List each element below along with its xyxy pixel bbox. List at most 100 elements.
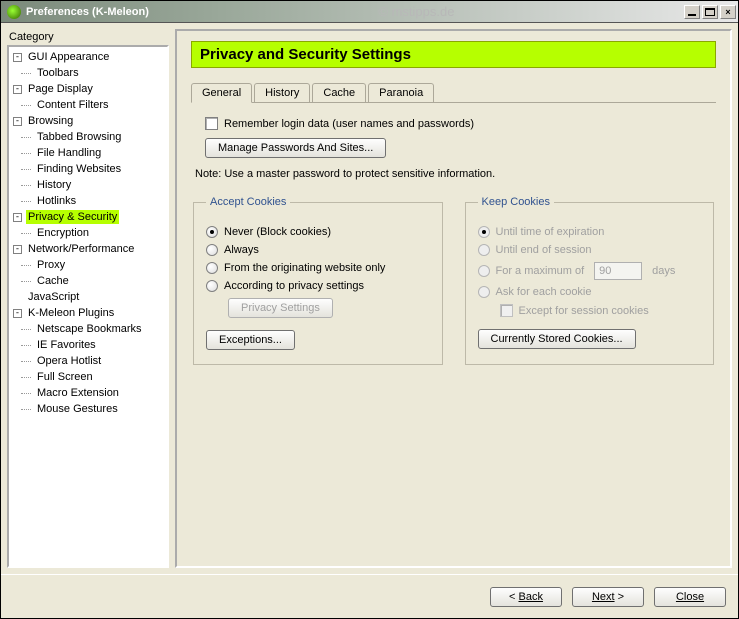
- except-session-label: Except for session cookies: [519, 305, 649, 317]
- remember-login-checkbox[interactable]: Remember login data (user names and pass…: [205, 117, 716, 130]
- tree-item[interactable]: -Browsing: [11, 113, 165, 129]
- tab-cache[interactable]: Cache: [312, 83, 366, 102]
- tree-item-label: IE Favorites: [35, 338, 98, 352]
- next-button[interactable]: Next >: [572, 587, 644, 607]
- footer: < Back Next > Close: [1, 574, 738, 618]
- keep-option-max-days: For a maximum of 90 days: [478, 262, 702, 280]
- close-button[interactable]: Close: [654, 587, 726, 607]
- window-controls: ×: [684, 5, 736, 19]
- tree-item-label: Hotlinks: [35, 194, 78, 208]
- accept-option[interactable]: According to privacy settings: [206, 280, 430, 292]
- tree-item[interactable]: -Network/Performance: [11, 241, 165, 257]
- privacy-settings-button: Privacy Settings: [228, 298, 333, 318]
- tab-general[interactable]: General: [191, 83, 252, 103]
- tree-item-label: Mouse Gestures: [35, 402, 120, 416]
- tab-history[interactable]: History: [254, 83, 310, 102]
- keep-option-label: Until time of expiration: [496, 226, 605, 238]
- tree-item[interactable]: -GUI Appearance: [11, 49, 165, 65]
- keep-option-label: Until end of session: [496, 244, 592, 256]
- sidebar-heading: Category: [9, 31, 169, 43]
- radio-icon: [206, 226, 218, 238]
- tree-item[interactable]: Toolbars: [29, 65, 165, 81]
- tree-item-label: Netscape Bookmarks: [35, 322, 144, 336]
- tree-item-label: JavaScript: [26, 290, 81, 304]
- tree-item[interactable]: Hotlinks: [29, 193, 165, 209]
- maximize-button[interactable]: [702, 5, 718, 19]
- tree-item[interactable]: Mouse Gestures: [29, 401, 165, 417]
- radio-icon: [206, 280, 218, 292]
- tree-item[interactable]: Tabbed Browsing: [29, 129, 165, 145]
- tree-item-label: Browsing: [26, 114, 75, 128]
- tree-item[interactable]: IE Favorites: [29, 337, 165, 353]
- tree-item[interactable]: -K-Meleon Plugins: [11, 305, 165, 321]
- tree-item-label: Network/Performance: [26, 242, 136, 256]
- tree-item[interactable]: Netscape Bookmarks: [29, 321, 165, 337]
- tree-item[interactable]: Opera Hotlist: [29, 353, 165, 369]
- watermark: © mstipps.de: [149, 4, 684, 19]
- accept-option[interactable]: Always: [206, 244, 430, 256]
- except-session-checkbox: Except for session cookies: [500, 304, 702, 317]
- tree-item[interactable]: Encryption: [29, 225, 165, 241]
- tree-item-label: Page Display: [26, 82, 95, 96]
- cookie-fieldsets: Accept Cookies Never (Block cookies) Alwa…: [191, 196, 716, 365]
- tree-item[interactable]: Cache: [29, 273, 165, 289]
- tree-item[interactable]: Proxy: [29, 257, 165, 273]
- tree-item[interactable]: -Privacy & Security: [11, 209, 165, 225]
- app-icon: [7, 5, 21, 19]
- accept-option-label: Always: [224, 244, 259, 256]
- tree-item-label: Full Screen: [35, 370, 95, 384]
- tree-item-label: K-Meleon Plugins: [26, 306, 116, 320]
- tree-item[interactable]: History: [29, 177, 165, 193]
- tree-item[interactable]: -Page Display: [11, 81, 165, 97]
- keep-option-label: Ask for each cookie: [496, 286, 592, 298]
- tree-item-label: Toolbars: [35, 66, 81, 80]
- remember-login-label: Remember login data (user names and pass…: [224, 118, 474, 130]
- stored-cookies-button[interactable]: Currently Stored Cookies...: [478, 329, 636, 349]
- keep-option-expiration: Until time of expiration: [478, 226, 702, 238]
- manage-passwords-button[interactable]: Manage Passwords And Sites...: [205, 138, 386, 158]
- checkbox-icon: [205, 117, 218, 130]
- collapse-icon[interactable]: -: [13, 85, 22, 94]
- tree-item[interactable]: JavaScript: [11, 289, 165, 305]
- tree-item[interactable]: File Handling: [29, 145, 165, 161]
- radio-icon: [478, 265, 490, 277]
- tab-paranoia[interactable]: Paranoia: [368, 83, 434, 102]
- master-password-note: Note: Use a master password to protect s…: [195, 168, 716, 180]
- tree-item-label: Opera Hotlist: [35, 354, 103, 368]
- accept-option-label: Never (Block cookies): [224, 226, 331, 238]
- keep-option-session: Until end of session: [478, 244, 702, 256]
- close-window-button[interactable]: ×: [720, 5, 736, 19]
- exceptions-button[interactable]: Exceptions...: [206, 330, 295, 350]
- collapse-icon[interactable]: -: [13, 245, 22, 254]
- tree-item[interactable]: Macro Extension: [29, 385, 165, 401]
- tree-item[interactable]: Full Screen: [29, 369, 165, 385]
- titlebar: Preferences (K-Meleon) © mstipps.de ×: [1, 1, 738, 23]
- accept-legend: Accept Cookies: [206, 196, 290, 208]
- accept-option-label: From the originating website only: [224, 262, 385, 274]
- tree-item-label: Tabbed Browsing: [35, 130, 123, 144]
- tree-item[interactable]: Content Filters: [29, 97, 165, 113]
- accept-option[interactable]: From the originating website only: [206, 262, 430, 274]
- preferences-window: Preferences (K-Meleon) © mstipps.de × Ca…: [0, 0, 739, 619]
- tree-item[interactable]: Finding Websites: [29, 161, 165, 177]
- radio-icon: [206, 244, 218, 256]
- accept-cookies-group: Accept Cookies Never (Block cookies) Alwa…: [193, 196, 443, 365]
- minimize-button[interactable]: [684, 5, 700, 19]
- keep-cookies-group: Keep Cookies Until time of expiration Un…: [465, 196, 715, 365]
- accept-option-label: According to privacy settings: [224, 280, 364, 292]
- tree-item-label: GUI Appearance: [26, 50, 111, 64]
- tree-item-label: Macro Extension: [35, 386, 121, 400]
- collapse-icon[interactable]: -: [13, 53, 22, 62]
- checkbox-icon: [500, 304, 513, 317]
- main-panel: Privacy and Security Settings GeneralHis…: [175, 29, 732, 568]
- collapse-icon[interactable]: -: [13, 309, 22, 318]
- collapse-icon[interactable]: -: [13, 117, 22, 126]
- category-tree[interactable]: -GUI AppearanceToolbars-Page DisplayCont…: [7, 45, 169, 568]
- collapse-icon[interactable]: -: [13, 213, 22, 222]
- tree-item-label: Cache: [35, 274, 71, 288]
- accept-option[interactable]: Never (Block cookies): [206, 226, 430, 238]
- keep-option-ask: Ask for each cookie: [478, 286, 702, 298]
- back-button[interactable]: < Back: [490, 587, 562, 607]
- window-title: Preferences (K-Meleon): [26, 6, 149, 18]
- tree-item-label: Finding Websites: [35, 162, 123, 176]
